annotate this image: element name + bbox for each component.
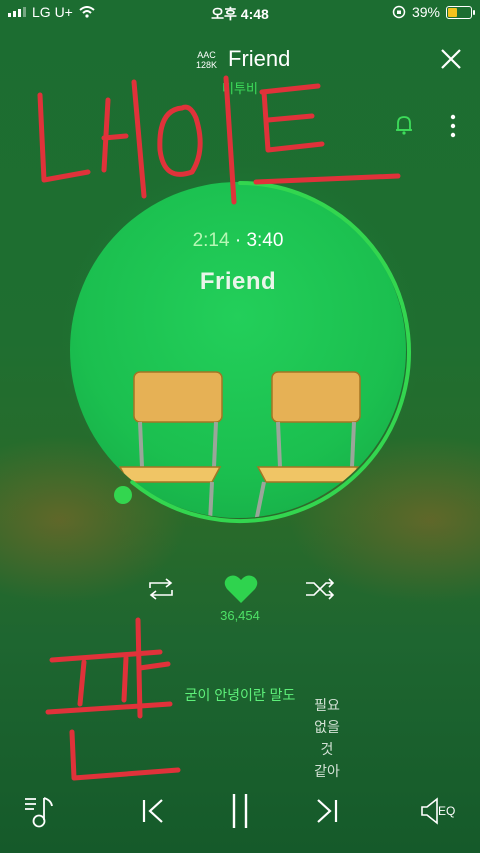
album-disc[interactable]: 2:14 · 3:40 Friend	[68, 180, 412, 524]
quality-codec: AAC	[197, 50, 216, 60]
eq-label: EQ	[438, 804, 456, 818]
battery-icon	[446, 5, 475, 19]
quality-bitrate: 128K	[196, 60, 218, 70]
pause-icon[interactable]	[226, 792, 254, 830]
equalizer-button[interactable]: EQ	[420, 796, 466, 826]
status-right: 39%	[392, 4, 475, 20]
more-options-icon[interactable]	[450, 114, 456, 138]
player-header: AAC 128K Friend 비투비	[0, 42, 480, 138]
action-controls: 36,454	[0, 572, 480, 632]
playback-bar: EQ	[0, 788, 480, 832]
battery-percent: 39%	[411, 4, 440, 20]
next-track-icon[interactable]	[314, 798, 340, 824]
heart-icon[interactable]	[224, 574, 258, 604]
lyrics-current-line: 굳이 안녕이란 말도	[184, 687, 296, 703]
repeat-icon[interactable]	[146, 578, 176, 600]
artist-name[interactable]: 비투비	[0, 78, 480, 97]
song-title: Friend	[228, 46, 291, 71]
like-count: 36,454	[220, 608, 260, 623]
lyrics[interactable]: 굳이 안녕이란 말도 필요 없을 것 같아	[0, 684, 480, 779]
lyrics-next-line: 필요 없을 것 같아	[314, 697, 340, 779]
playlist-icon[interactable]	[24, 794, 58, 828]
orientation-lock-icon	[392, 5, 406, 19]
close-icon[interactable]	[440, 48, 462, 70]
progress-handle[interactable]	[114, 486, 132, 504]
shuffle-icon[interactable]	[304, 578, 336, 600]
previous-track-icon[interactable]	[140, 798, 166, 824]
bell-icon[interactable]	[394, 114, 414, 136]
audio-quality-badge: AAC 128K	[196, 50, 217, 70]
status-bar: LG U+ 오후 4:48 39%	[0, 0, 480, 24]
progress-ring[interactable]	[68, 180, 412, 524]
